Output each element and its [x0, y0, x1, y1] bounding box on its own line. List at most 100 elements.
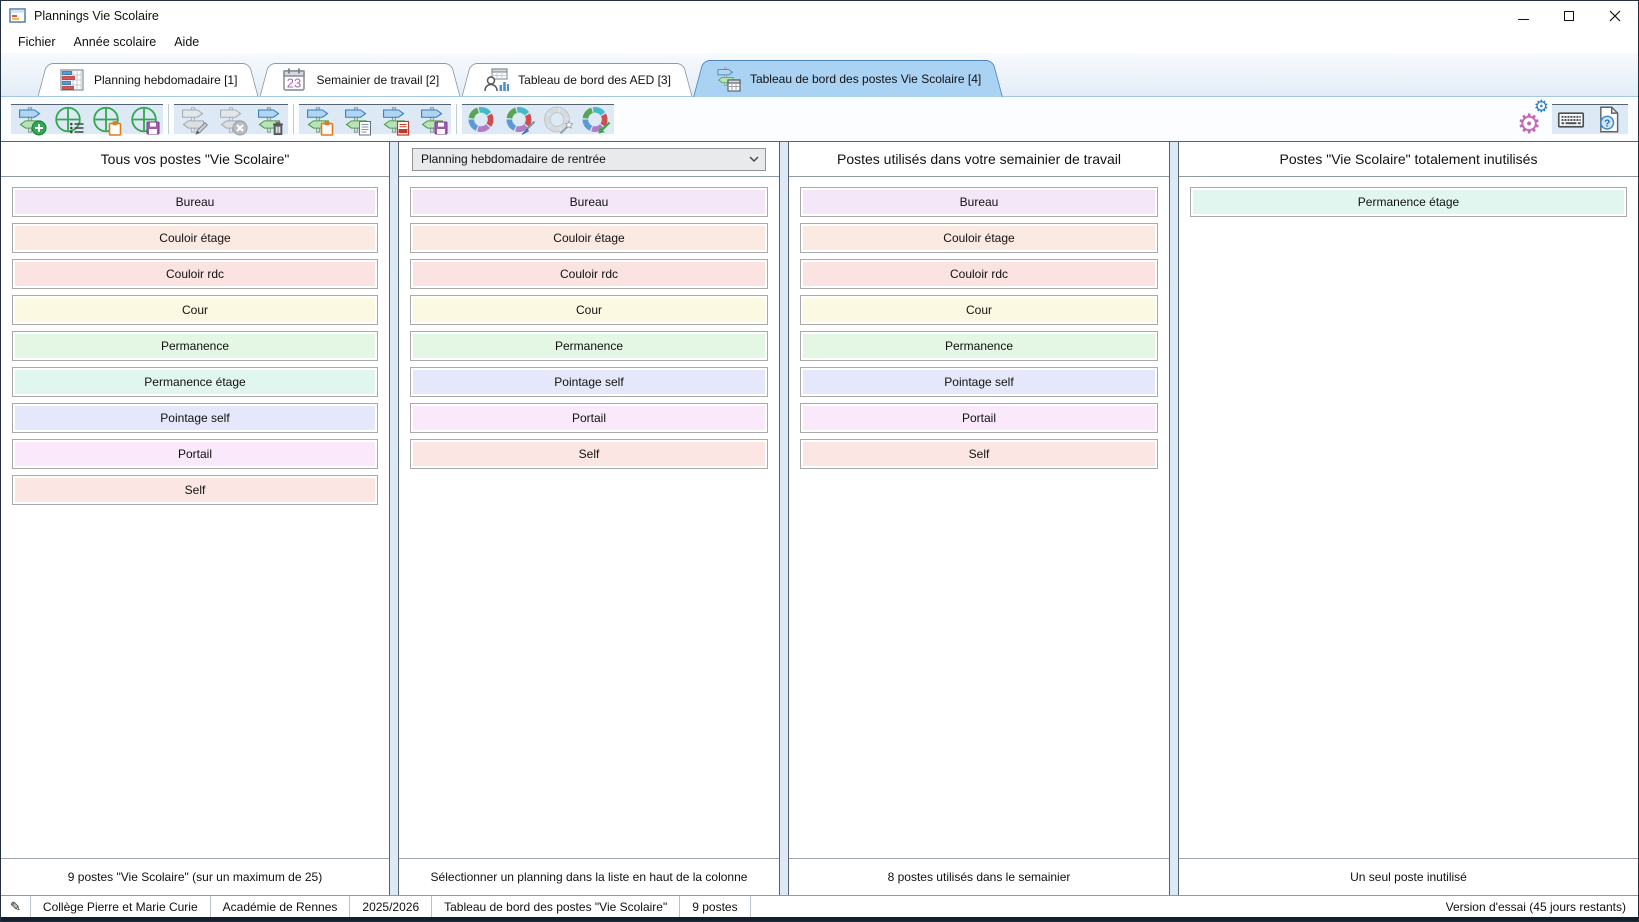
donut-chart-icon — [462, 104, 500, 134]
post-item[interactable]: Permanence — [12, 331, 378, 361]
post-item[interactable]: Pointage self — [410, 367, 768, 397]
toolbar: ⚙ ⚙ ? — [1, 97, 1638, 141]
status-school: Collège Pierre et Marie Curie — [31, 896, 211, 917]
svg-text:?: ? — [1604, 118, 1610, 129]
trash-badge-icon — [270, 120, 286, 136]
menu-aide[interactable]: Aide — [165, 33, 208, 51]
clipboard-badge-icon — [107, 120, 123, 136]
post-item[interactable]: Cour — [800, 295, 1158, 325]
copy-posts-button[interactable] — [299, 100, 337, 138]
tab-label: Planning hebdomadaire [1] — [94, 73, 237, 87]
add-post-from-clipboard-button[interactable] — [87, 100, 125, 138]
post-item[interactable]: Portail — [12, 439, 378, 469]
add-post-button[interactable] — [11, 100, 49, 138]
tab-tableau-de-bord-aed[interactable]: Tableau de bord des AED [3] — [477, 63, 677, 96]
column-header: Postes "Vie Scolaire" totalement inutili… — [1179, 142, 1638, 177]
post-item[interactable]: Permanence — [800, 331, 1158, 361]
status-post-count: 9 postes — [680, 896, 750, 917]
post-item[interactable]: Couloir étage — [800, 223, 1158, 253]
tab-tableau-de-bord-postes[interactable]: Tableau de bord des postes Vie Scolaire … — [709, 60, 987, 97]
post-list: Bureau Couloir étage Couloir rdc Cour Pe… — [1, 177, 389, 858]
tab-strip: Planning hebdomadaire [1] 23 Semainier d… — [1, 53, 1638, 97]
auto-fill-chart-button[interactable] — [538, 100, 576, 138]
post-item[interactable]: Bureau — [410, 187, 768, 217]
app-icon — [9, 7, 27, 25]
post-item[interactable]: Couloir rdc — [410, 259, 768, 289]
column-header: Postes utilisés dans votre semainier de … — [789, 142, 1169, 177]
floppy-badge-icon — [433, 120, 449, 136]
post-item[interactable]: Self — [800, 439, 1158, 469]
close-button[interactable] — [1592, 1, 1638, 31]
keyboard-icon — [1552, 104, 1590, 134]
delete-post-button[interactable] — [250, 100, 288, 138]
column-header: Planning hebdomadaire de rentrée — [399, 142, 779, 177]
window-bottom-edge — [1, 917, 1638, 921]
post-item[interactable]: Portail — [410, 403, 768, 433]
post-item[interactable]: Pointage self — [800, 367, 1158, 397]
maximize-icon — [1564, 11, 1574, 21]
settings-button[interactable]: ⚙ ⚙ — [1514, 100, 1552, 138]
chevron-down-icon — [746, 151, 762, 167]
status-view: Tableau de bord des postes "Vie Scolaire… — [432, 896, 680, 917]
window-title: Plannings Vie Scolaire — [34, 9, 159, 23]
edit-colors-button[interactable] — [500, 100, 538, 138]
post-item[interactable]: Portail — [800, 403, 1158, 433]
tab-semainier-de-travail[interactable]: 23 Semainier de travail [2] — [275, 63, 445, 96]
status-year: 2025/2026 — [350, 896, 432, 917]
post-item[interactable]: Bureau — [12, 187, 378, 217]
distribution-chart-button[interactable] — [462, 100, 500, 138]
post-item[interactable]: Couloir étage — [12, 223, 378, 253]
post-item[interactable]: Permanence — [410, 331, 768, 361]
status-filler — [751, 896, 1434, 917]
list-badge-icon — [69, 120, 85, 136]
add-post-from-file-button[interactable] — [125, 100, 163, 138]
post-item[interactable]: Permanence étage — [12, 367, 378, 397]
status-edit-cell: ✎ — [1, 896, 31, 917]
post-item[interactable]: Couloir rdc — [800, 259, 1158, 289]
post-item[interactable]: Couloir rdc — [12, 259, 378, 289]
post-item[interactable]: Permanence étage — [1190, 187, 1627, 217]
title-bar: Plannings Vie Scolaire — [1, 1, 1638, 31]
post-item[interactable]: Self — [12, 475, 378, 505]
column-footer: Sélectionner un planning dans la liste e… — [399, 858, 779, 895]
add-post-from-list-button[interactable] — [49, 100, 87, 138]
tab-planning-hebdomadaire[interactable]: Planning hebdomadaire [1] — [53, 63, 243, 96]
apply-distribution-button[interactable] — [576, 100, 614, 138]
status-academy: Académie de Rennes — [211, 896, 351, 917]
post-item[interactable]: Cour — [410, 295, 768, 325]
column-footer: Un seul poste inutilisé — [1179, 858, 1638, 895]
cancel-post-button[interactable] — [212, 100, 250, 138]
export-pdf-button[interactable] — [375, 100, 413, 138]
minimize-button[interactable] — [1500, 1, 1546, 31]
menu-fichier[interactable]: Fichier — [9, 33, 65, 51]
status-bar: ✎ Collège Pierre et Marie Curie Académie… — [1, 895, 1638, 917]
post-item[interactable]: Bureau — [800, 187, 1158, 217]
print-posts-button[interactable] — [337, 100, 375, 138]
post-item[interactable]: Couloir étage — [410, 223, 768, 253]
pencil-badge-icon — [194, 120, 210, 136]
maximize-button[interactable] — [1546, 1, 1592, 31]
edit-post-button[interactable] — [174, 100, 212, 138]
document-badge-icon — [357, 120, 373, 136]
help-document-icon: ? — [1590, 104, 1628, 134]
minimize-icon — [1518, 19, 1529, 20]
floppy-badge-icon — [145, 120, 161, 136]
post-item[interactable]: Self — [410, 439, 768, 469]
toolbar-separator — [293, 104, 294, 134]
planning-select-value: Planning hebdomadaire de rentrée — [421, 152, 606, 166]
post-item[interactable]: Pointage self — [12, 403, 378, 433]
help-button[interactable]: ? — [1590, 100, 1628, 138]
close-icon — [1609, 10, 1621, 22]
clipboard-badge-icon — [319, 120, 335, 136]
menu-annee-scolaire[interactable]: Année scolaire — [65, 33, 166, 51]
signpost-table-icon — [715, 66, 741, 92]
post-item[interactable]: Cour — [12, 295, 378, 325]
save-posts-button[interactable] — [413, 100, 451, 138]
x-badge-icon — [232, 120, 248, 136]
post-list: Permanence étage — [1179, 177, 1638, 858]
keyboard-shortcuts-button[interactable] — [1552, 100, 1590, 138]
column-header: Tous vos postes "Vie Scolaire" — [1, 142, 389, 177]
brush-badge-icon — [520, 120, 536, 136]
planning-select[interactable]: Planning hebdomadaire de rentrée — [412, 148, 766, 171]
post-list: Bureau Couloir étage Couloir rdc Cour Pe… — [399, 177, 779, 858]
